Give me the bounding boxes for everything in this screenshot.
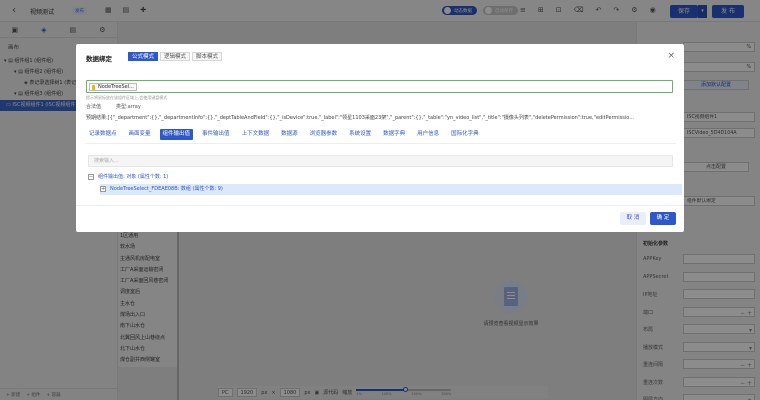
variable-tab[interactable]: 浏览器参数 [307, 129, 341, 140]
tree-root-row[interactable]: − 组件输出值: 对象 (属性个数: 1) [88, 172, 168, 183]
cancel-button[interactable]: 取 消 [620, 212, 646, 225]
confirm-button[interactable]: 确 定 [650, 212, 676, 225]
data-binding-dialog: 数据绑定 公式模式 逻辑模式 脚本模式 × NodeTreeSel... 提示将鼠标… [76, 44, 684, 232]
variable-tab[interactable]: 上下文数据 [239, 129, 273, 140]
variable-tab[interactable]: 数据源 [278, 129, 301, 140]
tree-child-row[interactable]: + NodeTreeSelect_FDEAE08B: 数组 (属性个数: 9) [100, 184, 682, 195]
variable-tabs: 记录数据点 画面变量 组件输出值 事件输出值 上下文数据 数据源 浏览器参数 系统设置 数据字典… [86, 129, 482, 140]
close-icon[interactable]: × [667, 51, 675, 61]
variable-tab[interactable]: 记录数据点 [86, 129, 120, 140]
mode-tabs: 公式模式 逻辑模式 脚本模式 [128, 52, 223, 61]
type-label: 类型:array [116, 104, 141, 110]
variable-tab[interactable]: 国际化字典 [448, 129, 482, 140]
collapse-icon[interactable]: − [88, 173, 94, 180]
dialog-title: 数据绑定 [86, 55, 112, 63]
expected-result: 预期结果:[{"_department":{},"_departmentInfo… [86, 115, 635, 121]
tabs-divider [86, 143, 676, 144]
variable-tab[interactable]: 画面变量 [126, 129, 154, 140]
variable-tab[interactable]: 数据字典 [380, 129, 408, 140]
variable-tab[interactable]: 事件输出值 [199, 129, 233, 140]
mode-tab[interactable]: 逻辑模式 [160, 52, 191, 61]
variable-tab[interactable]: 组件输出值 [159, 129, 194, 140]
mode-tab[interactable]: 公式模式 [128, 52, 159, 61]
variable-token[interactable]: NodeTreeSel... [89, 83, 137, 91]
dialog-footer [76, 205, 684, 206]
variable-tab[interactable]: 用户信息 [414, 129, 442, 140]
tree-child-label: NodeTreeSelect_FDEAE08B: 数组 (属性个数: 9) [110, 186, 223, 192]
mode-tab[interactable]: 脚本模式 [192, 52, 223, 61]
tree-root-label: 组件输出值: 对象 (属性个数: 1) [98, 174, 169, 180]
formula-hint: 提示将鼠标放在该组件区域上,会使用键盘模式 [86, 95, 168, 100]
variable-tab[interactable]: 系统设置 [346, 129, 374, 140]
formula-input[interactable]: NodeTreeSel... [86, 80, 673, 93]
expand-icon[interactable]: + [100, 185, 106, 192]
search-input[interactable]: 搜索输入... [88, 155, 673, 167]
validity-label: 合法值 [86, 104, 102, 110]
